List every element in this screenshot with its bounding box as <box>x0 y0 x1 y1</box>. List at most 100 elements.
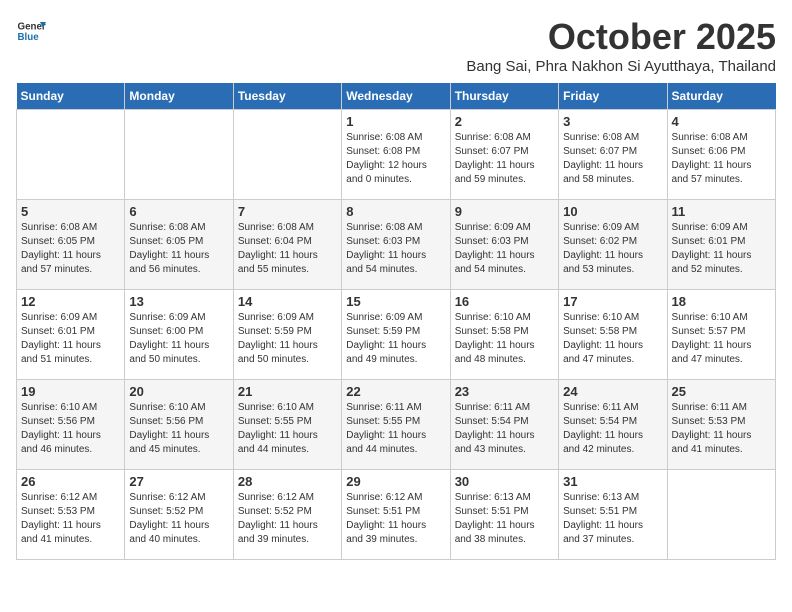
table-row <box>667 470 775 560</box>
table-row: 12 Sunrise: 6:09 AM Sunset: 6:01 PM Dayli… <box>17 290 125 380</box>
day-number: 19 <box>21 384 120 399</box>
table-row: 23Sunrise: 6:11 AM Sunset: 5:54 PM Dayli… <box>450 380 558 470</box>
table-row: 19 Sunrise: 6:10 AM Sunset: 5:56 PM Dayli… <box>17 380 125 470</box>
col-wednesday: Wednesday <box>342 83 450 110</box>
day-info: Sunrise: 6:10 AM Sunset: 5:57 PM Dayligh… <box>672 311 771 367</box>
day-number: 3 <box>563 114 662 129</box>
day-info: Sunrise: 6:13 AM Sunset: 5:51 PM Dayligh… <box>455 491 554 547</box>
day-number: 26 <box>21 474 120 489</box>
day-info: Sunrise: 6:10 AM Sunset: 5:55 PM Dayligh… <box>238 401 337 457</box>
week-row-3: 12 Sunrise: 6:09 AM Sunset: 6:01 PM Dayli… <box>17 290 776 380</box>
logo: General Blue <box>16 16 46 46</box>
day-info: Sunrise: 6:08 AM Sunset: 6:07 PM Dayligh… <box>455 131 554 187</box>
col-sunday: Sunday <box>17 83 125 110</box>
day-number: 9 <box>455 204 554 219</box>
day-info: Sunrise: 6:10 AM Sunset: 5:56 PM Dayligh… <box>21 401 120 457</box>
table-row: 18Sunrise: 6:10 AM Sunset: 5:57 PM Dayli… <box>667 290 775 380</box>
day-number: 15 <box>346 294 445 309</box>
day-number: 8 <box>346 204 445 219</box>
month-title: October 2025 <box>466 16 776 58</box>
table-row: 22 Sunrise: 6:11 AM Sunset: 5:55 PM Dayli… <box>342 380 450 470</box>
col-tuesday: Tuesday <box>233 83 341 110</box>
table-row: 3Sunrise: 6:08 AM Sunset: 6:07 PM Daylig… <box>559 110 667 200</box>
day-info: Sunrise: 6:09 AM Sunset: 6:01 PM Dayligh… <box>672 221 771 277</box>
day-number: 25 <box>672 384 771 399</box>
day-number: 13 <box>129 294 228 309</box>
table-row: 21 Sunrise: 6:10 AM Sunset: 5:55 PM Dayli… <box>233 380 341 470</box>
week-row-2: 5 Sunrise: 6:08 AM Sunset: 6:05 PM Daylig… <box>17 200 776 290</box>
col-friday: Friday <box>559 83 667 110</box>
table-row: 2 Sunrise: 6:08 AM Sunset: 6:07 PM Daylig… <box>450 110 558 200</box>
col-monday: Monday <box>125 83 233 110</box>
day-number: 27 <box>129 474 228 489</box>
day-info: Sunrise: 6:11 AM Sunset: 5:55 PM Dayligh… <box>346 401 445 457</box>
table-row: 8 Sunrise: 6:08 AM Sunset: 6:03 PM Daylig… <box>342 200 450 290</box>
table-row: 28 Sunrise: 6:12 AM Sunset: 5:52 PM Dayli… <box>233 470 341 560</box>
week-row-1: 1 Sunrise: 6:08 AM Sunset: 6:08 PM Daylig… <box>17 110 776 200</box>
table-row <box>17 110 125 200</box>
day-info: Sunrise: 6:08 AM Sunset: 6:05 PM Dayligh… <box>129 221 228 277</box>
day-number: 6 <box>129 204 228 219</box>
table-row: 17 Sunrise: 6:10 AM Sunset: 5:58 PM Dayli… <box>559 290 667 380</box>
day-number: 30 <box>455 474 554 489</box>
day-info: Sunrise: 6:08 AM Sunset: 6:05 PM Dayligh… <box>21 221 120 277</box>
logo-icon: General Blue <box>16 16 46 46</box>
day-info: Sunrise: 6:09 AM Sunset: 5:59 PM Dayligh… <box>346 311 445 367</box>
day-number: 20 <box>129 384 228 399</box>
table-row: 5 Sunrise: 6:08 AM Sunset: 6:05 PM Daylig… <box>17 200 125 290</box>
table-row: 7Sunrise: 6:08 AM Sunset: 6:04 PM Daylig… <box>233 200 341 290</box>
col-saturday: Saturday <box>667 83 775 110</box>
day-info: Sunrise: 6:09 AM Sunset: 6:00 PM Dayligh… <box>129 311 228 367</box>
table-row: 10Sunrise: 6:09 AM Sunset: 6:02 PM Dayli… <box>559 200 667 290</box>
table-row: 16 Sunrise: 6:10 AM Sunset: 5:58 PM Dayli… <box>450 290 558 380</box>
table-row: 26 Sunrise: 6:12 AM Sunset: 5:53 PM Dayli… <box>17 470 125 560</box>
day-info: Sunrise: 6:09 AM Sunset: 6:01 PM Dayligh… <box>21 311 120 367</box>
day-number: 1 <box>346 114 445 129</box>
day-number: 31 <box>563 474 662 489</box>
table-row: 1 Sunrise: 6:08 AM Sunset: 6:08 PM Daylig… <box>342 110 450 200</box>
calendar-table: Sunday Monday Tuesday Wednesday Thursday… <box>16 83 776 560</box>
day-info: Sunrise: 6:11 AM Sunset: 5:53 PM Dayligh… <box>672 401 771 457</box>
day-info: Sunrise: 6:08 AM Sunset: 6:08 PM Dayligh… <box>346 131 445 187</box>
calendar-header-row: Sunday Monday Tuesday Wednesday Thursday… <box>17 83 776 110</box>
day-info: Sunrise: 6:11 AM Sunset: 5:54 PM Dayligh… <box>563 401 662 457</box>
day-number: 2 <box>455 114 554 129</box>
day-number: 11 <box>672 204 771 219</box>
day-info: Sunrise: 6:12 AM Sunset: 5:52 PM Dayligh… <box>238 491 337 547</box>
day-info: Sunrise: 6:10 AM Sunset: 5:58 PM Dayligh… <box>563 311 662 367</box>
week-row-4: 19 Sunrise: 6:10 AM Sunset: 5:56 PM Dayli… <box>17 380 776 470</box>
table-row: 20 Sunrise: 6:10 AM Sunset: 5:56 PM Dayli… <box>125 380 233 470</box>
day-number: 28 <box>238 474 337 489</box>
table-row: 31Sunrise: 6:13 AM Sunset: 5:51 PM Dayli… <box>559 470 667 560</box>
table-row: 6 Sunrise: 6:08 AM Sunset: 6:05 PM Daylig… <box>125 200 233 290</box>
day-number: 17 <box>563 294 662 309</box>
table-row: 29Sunrise: 6:12 AM Sunset: 5:51 PM Dayli… <box>342 470 450 560</box>
table-row: 27 Sunrise: 6:12 AM Sunset: 5:52 PM Dayli… <box>125 470 233 560</box>
table-row: 13 Sunrise: 6:09 AM Sunset: 6:00 PM Dayli… <box>125 290 233 380</box>
week-row-5: 26 Sunrise: 6:12 AM Sunset: 5:53 PM Dayli… <box>17 470 776 560</box>
day-info: Sunrise: 6:10 AM Sunset: 5:58 PM Dayligh… <box>455 311 554 367</box>
table-row: 11 Sunrise: 6:09 AM Sunset: 6:01 PM Dayli… <box>667 200 775 290</box>
day-number: 4 <box>672 114 771 129</box>
location-subtitle: Bang Sai, Phra Nakhon Si Ayutthaya, Thai… <box>466 58 776 75</box>
day-number: 12 <box>21 294 120 309</box>
day-info: Sunrise: 6:08 AM Sunset: 6:03 PM Dayligh… <box>346 221 445 277</box>
day-info: Sunrise: 6:11 AM Sunset: 5:54 PM Dayligh… <box>455 401 554 457</box>
day-number: 16 <box>455 294 554 309</box>
day-number: 21 <box>238 384 337 399</box>
day-number: 5 <box>21 204 120 219</box>
day-info: Sunrise: 6:10 AM Sunset: 5:56 PM Dayligh… <box>129 401 228 457</box>
day-info: Sunrise: 6:12 AM Sunset: 5:51 PM Dayligh… <box>346 491 445 547</box>
day-number: 10 <box>563 204 662 219</box>
table-row: 4 Sunrise: 6:08 AM Sunset: 6:06 PM Daylig… <box>667 110 775 200</box>
table-row: 14Sunrise: 6:09 AM Sunset: 5:59 PM Dayli… <box>233 290 341 380</box>
day-info: Sunrise: 6:12 AM Sunset: 5:52 PM Dayligh… <box>129 491 228 547</box>
table-row: 25 Sunrise: 6:11 AM Sunset: 5:53 PM Dayli… <box>667 380 775 470</box>
day-number: 14 <box>238 294 337 309</box>
day-number: 22 <box>346 384 445 399</box>
day-info: Sunrise: 6:12 AM Sunset: 5:53 PM Dayligh… <box>21 491 120 547</box>
table-row <box>233 110 341 200</box>
table-row: 24Sunrise: 6:11 AM Sunset: 5:54 PM Dayli… <box>559 380 667 470</box>
table-row: 15 Sunrise: 6:09 AM Sunset: 5:59 PM Dayli… <box>342 290 450 380</box>
day-info: Sunrise: 6:08 AM Sunset: 6:06 PM Dayligh… <box>672 131 771 187</box>
